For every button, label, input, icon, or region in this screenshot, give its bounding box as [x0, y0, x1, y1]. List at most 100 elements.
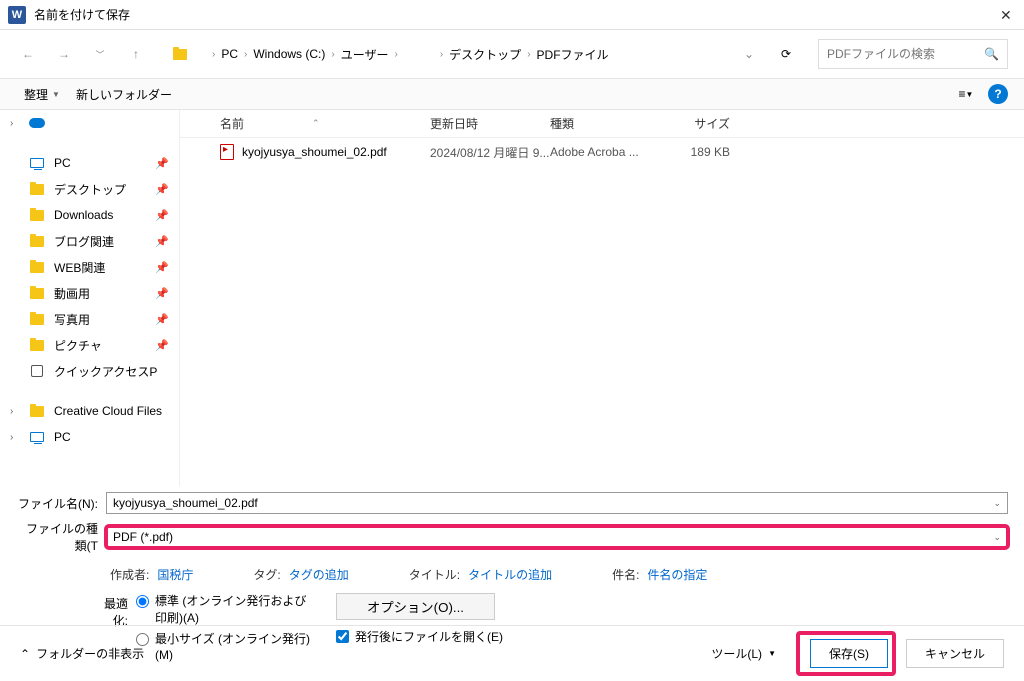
expand-icon[interactable]: › [10, 118, 20, 129]
view-options-button[interactable]: ≡ ▼ [952, 80, 980, 108]
sidebar-item-pictures[interactable]: ピクチャ 📌 [0, 332, 179, 358]
file-size: 189 KB [650, 145, 730, 159]
main-area: › PC📌 デスクトップ📌 Downloads📌 ブログ関連📌 WEB関連📌 動… [0, 110, 1024, 486]
sidebar-item-creative-cloud[interactable]: ›Creative Cloud Files [0, 398, 179, 424]
pin-icon: 📌 [155, 287, 169, 300]
breadcrumb[interactable]: › PC › Windows (C:) › ユーザー › › デスクトップ › … [204, 46, 732, 63]
pin-icon: 📌 [155, 183, 169, 196]
search-box[interactable]: 🔍 [818, 39, 1008, 69]
up-button[interactable]: ↑ [124, 42, 148, 66]
hide-folders-button[interactable]: ⌃ フォルダーの非表示 [20, 645, 144, 662]
chevron-down-icon: ▼ [768, 649, 776, 658]
help-button[interactable]: ? [988, 84, 1008, 104]
expand-icon[interactable]: › [10, 432, 20, 443]
folder-icon [28, 236, 46, 247]
crumb-desktop[interactable]: デスクトップ [449, 46, 521, 63]
col-type[interactable]: 種類 [550, 115, 650, 132]
title-label: タイトル: [409, 566, 460, 583]
close-button[interactable]: ✕ [1000, 7, 1016, 23]
filename-label: ファイル名(N): [16, 495, 106, 512]
pc-icon [28, 158, 46, 168]
sidebar-item-label: クイックアクセスP [54, 363, 157, 380]
sidebar-item-video[interactable]: 動画用 📌 [0, 280, 179, 306]
breadcrumb-dropdown[interactable]: ⌄ [744, 47, 754, 61]
filetype-value: PDF (*.pdf) [113, 530, 993, 544]
forward-button[interactable]: → [52, 42, 76, 66]
crumb-folder[interactable]: PDFファイル [537, 46, 609, 63]
refresh-button[interactable]: ⟳ [774, 42, 798, 66]
metadata-row: 作成者:国税庁 タグ:タグの追加 タイトル:タイトルの追加 件名:件名の指定 [0, 560, 1024, 583]
recent-dropdown[interactable]: ﹀ [88, 42, 112, 66]
subject-value[interactable]: 件名の指定 [647, 566, 707, 583]
organize-label: 整理 [24, 86, 48, 103]
file-list-header: 名前⌃ 更新日時 種類 サイズ [180, 110, 1024, 138]
folder-icon [28, 210, 46, 221]
chevron-right-icon: › [244, 49, 247, 60]
chevron-down-icon[interactable]: ⌄ [993, 498, 1001, 509]
sidebar-item-label: ブログ関連 [54, 233, 114, 250]
sidebar-item-pc[interactable]: PC 📌 [0, 150, 179, 176]
tools-button[interactable]: ツール(L) ▼ [703, 641, 784, 666]
folder-icon [28, 340, 46, 351]
organize-button[interactable]: 整理 ▼ [16, 82, 68, 107]
sidebar-item-label: ピクチャ [54, 337, 102, 354]
title-value[interactable]: タイトルの追加 [468, 566, 552, 583]
sidebar-top-item[interactable]: › [0, 110, 179, 136]
back-button[interactable]: ← [16, 42, 40, 66]
sidebar-item-label: PC [54, 156, 71, 170]
expand-icon[interactable]: › [10, 406, 20, 417]
sidebar: › PC📌 デスクトップ📌 Downloads📌 ブログ関連📌 WEB関連📌 動… [0, 110, 180, 486]
search-icon[interactable]: 🔍 [984, 47, 999, 61]
col-size[interactable]: サイズ [650, 115, 730, 132]
pin-icon: 📌 [155, 235, 169, 248]
chevron-down-icon[interactable]: ⌄ [993, 532, 1001, 543]
sidebar-item-pc2[interactable]: ›PC [0, 424, 179, 450]
cloud-icon [28, 118, 46, 128]
cancel-button[interactable]: キャンセル [906, 639, 1004, 668]
chevron-right-icon: › [394, 49, 397, 60]
tag-value[interactable]: タグの追加 [289, 566, 349, 583]
sidebar-item-label: 動画用 [54, 285, 90, 302]
author-value[interactable]: 国税庁 [157, 566, 193, 583]
pdf-icon [220, 144, 234, 160]
filename-field[interactable]: ⌄ [106, 492, 1008, 514]
sidebar-item-desktop[interactable]: デスクトップ📌 [0, 176, 179, 202]
tag-label: タグ: [253, 566, 280, 583]
new-folder-button[interactable]: 新しいフォルダー [68, 82, 180, 107]
crumb-drive[interactable]: Windows (C:) [253, 47, 325, 61]
chevron-right-icon: › [331, 49, 334, 60]
sidebar-item-blog[interactable]: ブログ関連 📌 [0, 228, 179, 254]
sidebar-item-quick[interactable]: クイックアクセスP [0, 358, 179, 384]
subject-label: 件名: [612, 566, 639, 583]
sidebar-item-label: Downloads [54, 208, 113, 222]
radio-standard[interactable] [136, 595, 149, 608]
folder-icon [28, 184, 46, 195]
filename-input[interactable] [113, 496, 993, 510]
col-name[interactable]: 名前⌃ [220, 115, 430, 132]
filetype-label: ファイルの種類(T [16, 520, 106, 554]
file-name: kyojyusya_shoumei_02.pdf [242, 145, 387, 159]
toolbar: 整理 ▼ 新しいフォルダー ≡ ▼ ? [0, 78, 1024, 110]
sidebar-item-web[interactable]: WEB関連📌 [0, 254, 179, 280]
pin-icon: 📌 [155, 339, 169, 352]
quick-access-icon [28, 365, 46, 377]
sidebar-item-photo[interactable]: 写真用📌 [0, 306, 179, 332]
file-row[interactable]: kyojyusya_shoumei_02.pdf 2024/08/12 月曜日 … [180, 138, 1024, 166]
crumb-pc[interactable]: PC [221, 47, 238, 61]
folder-icon [168, 43, 192, 65]
optimize-standard[interactable]: 標準 (オンライン発行および印刷)(A) [136, 593, 316, 627]
search-input[interactable] [827, 47, 984, 61]
titlebar: W 名前を付けて保存 ✕ [0, 0, 1024, 30]
pin-icon: 📌 [155, 157, 169, 170]
sidebar-item-label: WEB関連 [54, 259, 105, 276]
save-button[interactable]: 保存(S) [810, 639, 888, 668]
col-date[interactable]: 更新日時 [430, 115, 550, 132]
navigation-bar: ← → ﹀ ↑ › PC › Windows (C:) › ユーザー › › デ… [0, 30, 1024, 78]
options-button[interactable]: オプション(O)... [336, 593, 495, 620]
sidebar-item-label: 写真用 [54, 311, 90, 328]
sidebar-item-downloads[interactable]: Downloads📌 [0, 202, 179, 228]
folder-icon [28, 262, 46, 273]
chevron-up-icon: ⌃ [20, 647, 30, 661]
crumb-users[interactable]: ユーザー [341, 46, 389, 63]
filetype-field[interactable]: PDF (*.pdf) ⌄ [106, 526, 1008, 548]
